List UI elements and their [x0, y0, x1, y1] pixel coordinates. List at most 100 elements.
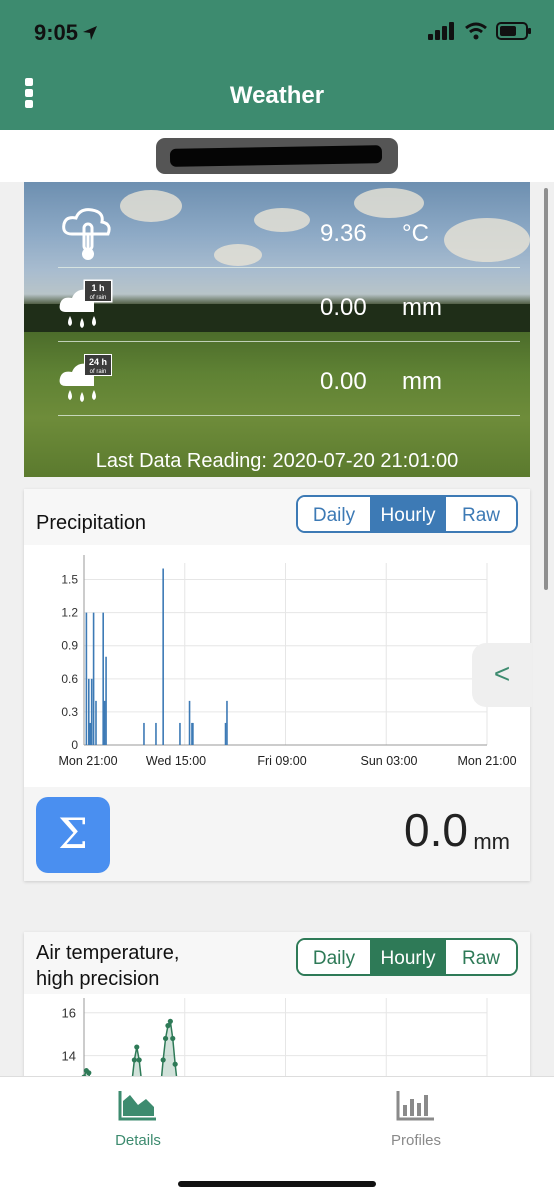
precipitation-bar: [103, 700, 106, 745]
precipitation-bar: [87, 678, 90, 745]
tab-details[interactable]: Details: [78, 1089, 198, 1149]
wifi-icon: [465, 22, 487, 40]
precipitation-title: Precipitation: [36, 512, 147, 534]
device-bar: [0, 130, 554, 182]
temperature-interval-toggle: Daily Hourly Raw: [296, 938, 518, 976]
weather-row-rain-1h: 1 h of rain 0.00 mm: [58, 268, 520, 342]
precipitation-bar: [92, 612, 95, 745]
temp-tab-hourly[interactable]: Hourly: [370, 940, 444, 974]
row-divider: [58, 415, 520, 416]
x-tick-label: Mon 21:00: [457, 754, 516, 768]
temperature-line: [83, 1018, 178, 1076]
sum-button[interactable]: Σ: [36, 797, 110, 873]
tab-profiles-label: Profiles: [390, 1132, 442, 1149]
status-bar: 9:05: [0, 0, 554, 66]
rain-24h-value: 0.00: [320, 368, 367, 395]
rain-24h-unit: mm: [402, 368, 442, 395]
sum-unit: mm: [473, 829, 510, 854]
precipitation-bar: [226, 700, 228, 745]
temperature-point: [86, 1070, 92, 1076]
air-temperature-card-header: Air temperature, high precision Daily Ho…: [24, 932, 530, 994]
x-tick-label: Sun 03:00: [361, 754, 418, 768]
x-tick-label: Fri 09:00: [257, 754, 306, 768]
y-tick-label: 1.5: [61, 573, 78, 587]
precipitation-card: Precipitation Daily Hourly Raw 0 0.3 0.6 0.…: [24, 489, 532, 881]
weather-row-rain-24h: 24 h of rain 0.00 mm: [58, 342, 520, 416]
app-header: Weather: [0, 66, 554, 130]
precip-tab-hourly[interactable]: Hourly: [370, 497, 444, 531]
status-time: 9:05: [34, 20, 98, 46]
redacted-device-name: [169, 145, 383, 167]
precipitation-chart: 0 0.3 0.6 0.9 1.2 1.5 Mon 21:00 Wed 15:00 Fri 09…: [58, 555, 517, 768]
rain-1h-icon: 1 h of rain: [59, 279, 113, 328]
weather-row-temperature: 9.36 °C: [58, 194, 520, 268]
temperature-point: [167, 1018, 173, 1024]
tab-details-label: Details: [115, 1132, 161, 1149]
temperature-point: [162, 1035, 169, 1042]
location-arrow-icon: [83, 26, 98, 40]
rain-1h-value: 0.00: [320, 294, 367, 321]
air-temperature-card: Air temperature, high precision Daily Ho…: [24, 932, 530, 1076]
precipitation-bar: [192, 722, 194, 745]
temperature-value: 9.36: [320, 220, 367, 247]
badge-line1: 24 h: [89, 357, 107, 367]
temp-tab-daily[interactable]: Daily: [298, 940, 370, 974]
precipitation-bar: [102, 612, 104, 745]
air-temperature-title: Air temperature, high precision: [36, 940, 179, 992]
rain-24h-icon: 24 h of rain: [59, 354, 112, 402]
badge-line2: of rain: [90, 369, 107, 375]
y-tick-label: 1.2: [61, 606, 78, 620]
temp-tab-raw[interactable]: Raw: [444, 940, 516, 974]
precipitation-interval-toggle: Daily Hourly Raw: [296, 495, 518, 533]
y-tick-label: 16: [62, 1006, 76, 1021]
page-title: Weather: [229, 82, 325, 109]
temperature-point: [170, 1035, 176, 1042]
air-temperature-chart: 121416: [62, 998, 488, 1076]
precipitation-bar: [224, 722, 227, 745]
bar-chart-icon: [396, 1091, 434, 1121]
area-chart-icon: [118, 1091, 156, 1121]
sum-value: 0.0: [404, 804, 468, 856]
home-indicator: [178, 1181, 376, 1187]
precipitation-bar: [179, 722, 181, 745]
y-tick-label: 0.9: [61, 639, 78, 653]
precipitation-card-header: Precipitation Daily Hourly Raw: [24, 489, 530, 545]
battery-icon: [496, 22, 531, 40]
temperature-point: [134, 1044, 140, 1050]
y-tick-label: 0: [71, 738, 78, 752]
precipitation-bar: [89, 722, 92, 745]
last-data-reading: Last Data Reading: 2020-07-20 21:01:00: [95, 450, 459, 472]
precip-tab-raw[interactable]: Raw: [444, 497, 516, 531]
temperature-unit: °C: [402, 220, 429, 247]
precipitation-sum-row: Σ 0.0 mm: [24, 787, 530, 881]
tab-profiles[interactable]: Profiles: [356, 1089, 476, 1149]
badge-line2: of rain: [90, 295, 107, 301]
temperature-point: [160, 1057, 166, 1063]
precipitation-bar: [162, 568, 164, 745]
temperature-area: [84, 1021, 177, 1076]
precipitation-bar: [85, 612, 88, 745]
precip-tab-daily[interactable]: Daily: [298, 497, 370, 531]
precipitation-bar: [95, 700, 97, 745]
precipitation-bar: [143, 722, 145, 745]
temperature-point: [131, 1057, 137, 1063]
scrollbar[interactable]: [544, 188, 548, 590]
badge-line1: 1 h: [91, 283, 104, 293]
air-temperature-title-line2: high precision: [36, 968, 160, 990]
device-selector[interactable]: [156, 138, 398, 174]
y-tick-label: 0.6: [61, 672, 78, 686]
air-temperature-title-line1: Air temperature,: [36, 942, 180, 964]
collapse-panel-button[interactable]: <: [472, 643, 532, 707]
y-tick-label: 0.3: [61, 705, 78, 719]
precipitation-bar: [188, 700, 191, 745]
precipitation-bar: [105, 656, 107, 745]
status-icons: [428, 22, 532, 40]
cellular-signal-icon: [428, 22, 454, 40]
precipitation-bar: [155, 722, 157, 745]
content-scroll-area[interactable]: 9.36 °C 1 h of rain 0.00 mm 24 h of rain…: [0, 182, 554, 1076]
y-tick-label: 14: [62, 1049, 76, 1064]
x-tick-label: Mon 21:00: [58, 754, 117, 768]
cloud-thermometer-icon: [62, 208, 111, 260]
x-tick-label: Wed 15:00: [146, 754, 206, 768]
precipitation-bar: [90, 678, 93, 745]
